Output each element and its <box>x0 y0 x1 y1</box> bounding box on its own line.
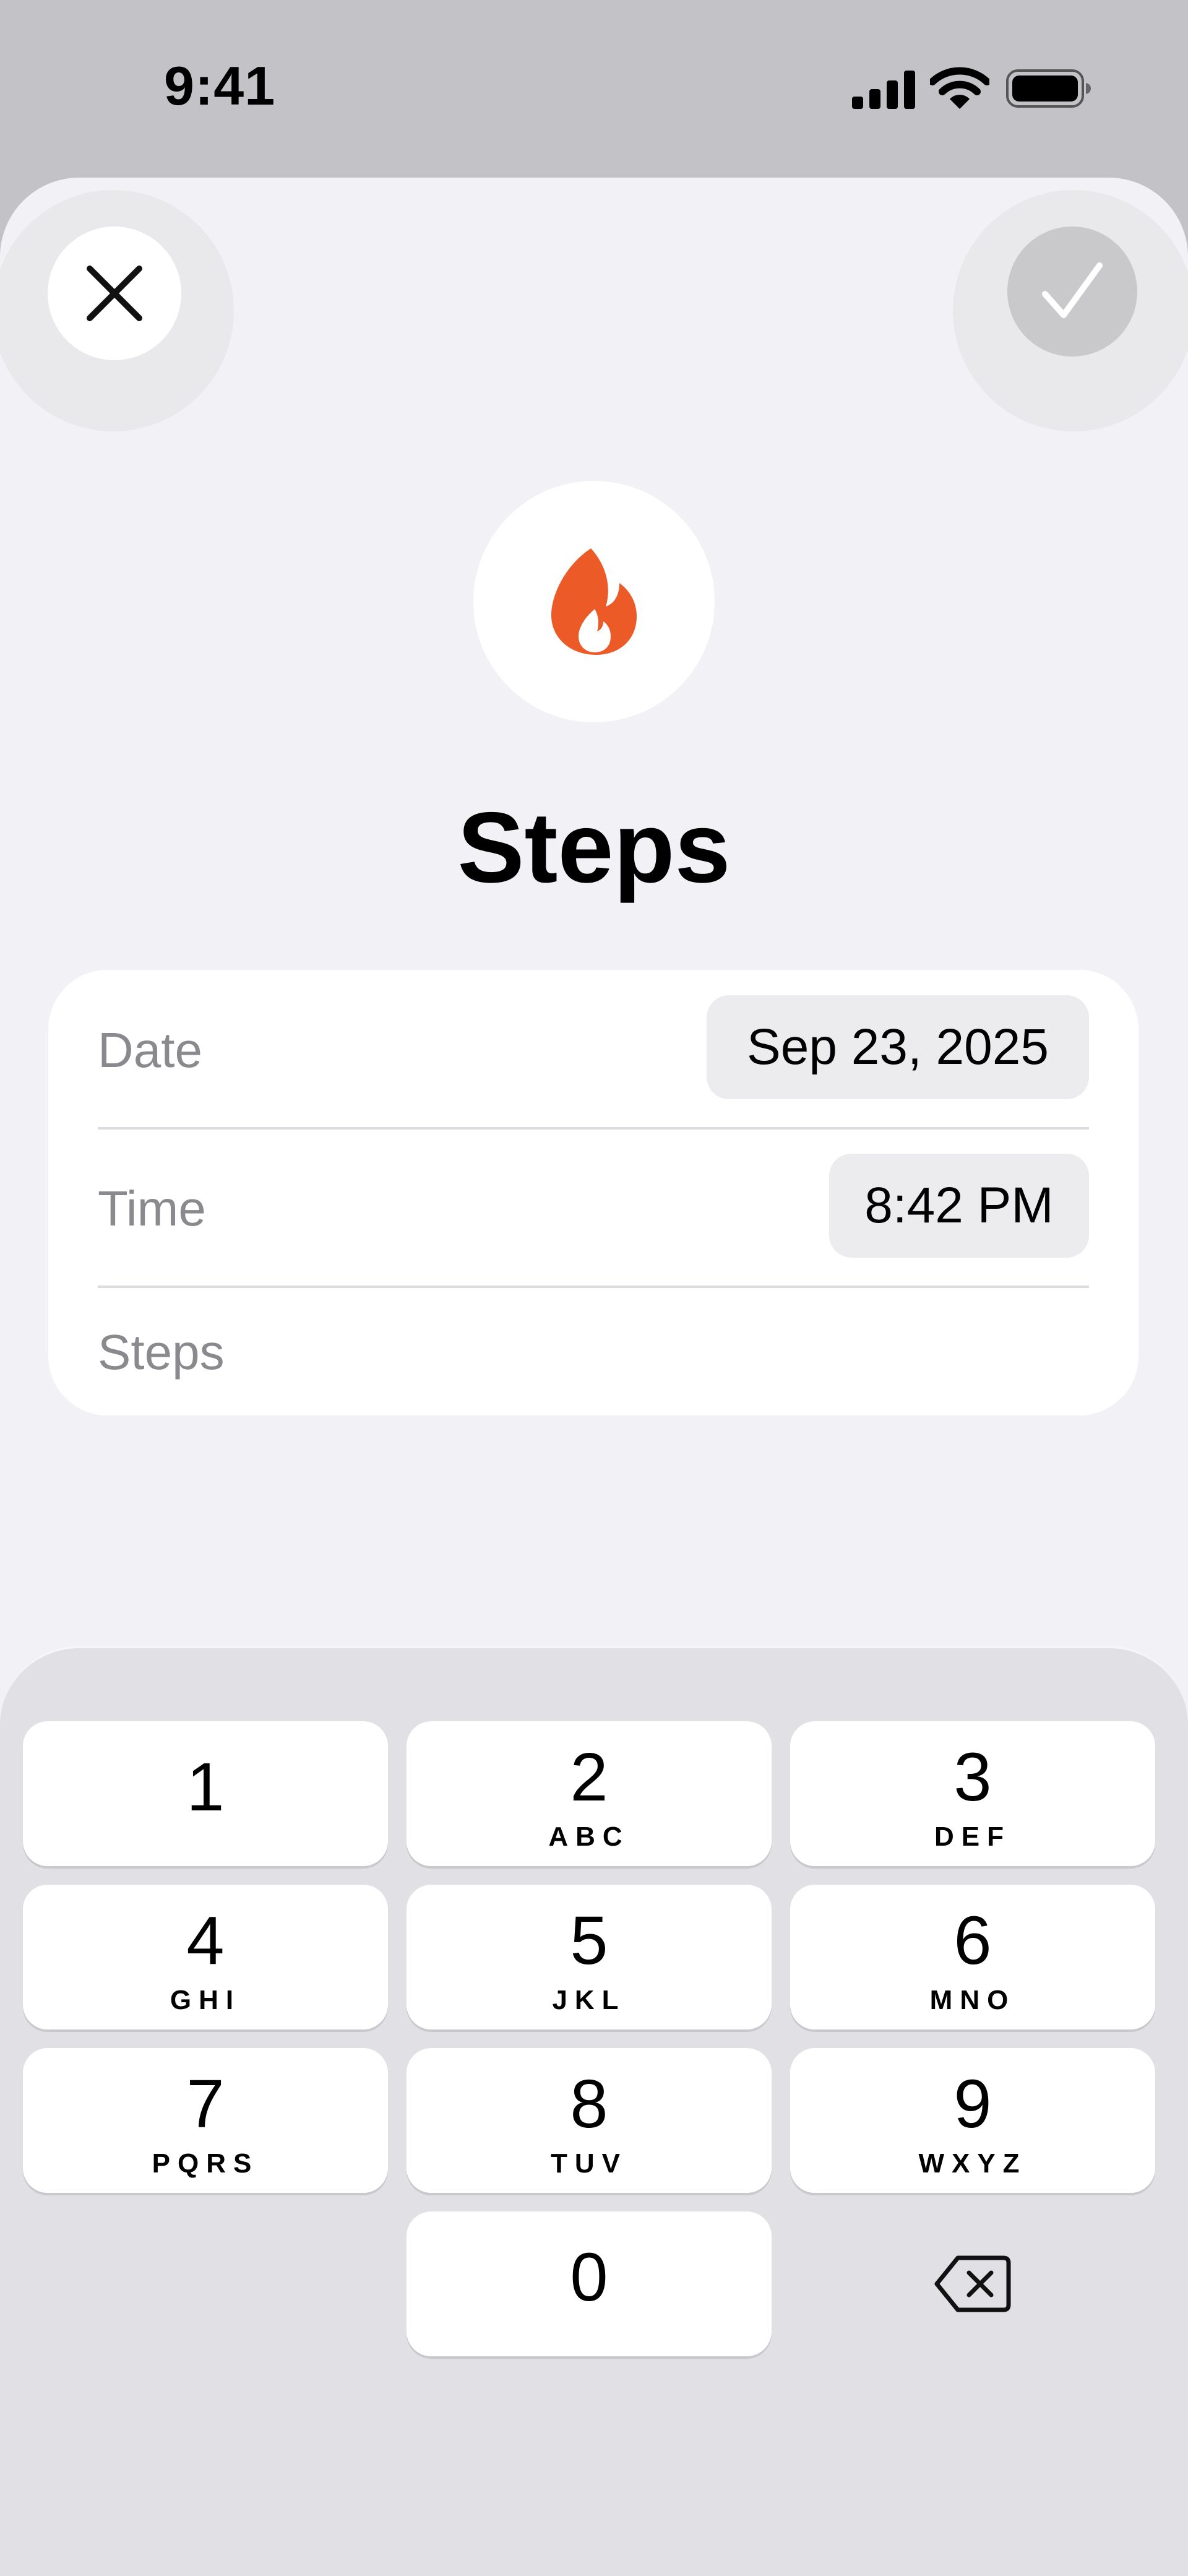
key-6[interactable]: 6 MNO <box>790 1885 1155 2029</box>
key-letters: PQRS <box>152 2148 259 2179</box>
cellular-signal-icon <box>852 71 915 109</box>
close-button[interactable] <box>48 227 181 360</box>
key-digit: 8 <box>570 2066 608 2142</box>
wifi-icon <box>930 67 989 109</box>
key-digit: 9 <box>953 2066 992 2142</box>
page-title: Steps <box>457 792 731 904</box>
key-letters: ABC <box>548 1822 630 1852</box>
steps-input-row[interactable]: Steps <box>98 1287 1089 1416</box>
key-0[interactable]: 0 <box>407 2211 772 2356</box>
key-9[interactable]: 9 WXYZ <box>790 2048 1155 2193</box>
key-digit: 4 <box>186 1903 225 1979</box>
category-icon-badge <box>473 481 715 722</box>
key-8[interactable]: 8 TUV <box>407 2048 772 2193</box>
steps-input-placeholder[interactable]: Steps <box>98 1324 225 1381</box>
key-digit: 1 <box>186 1749 225 1825</box>
health-add-data-screen: 9:41 Steps Date Sep 23, 2025 Time 8:42 P… <box>0 0 1188 2576</box>
key-letters: TUV <box>551 2148 627 2179</box>
date-picker-button[interactable]: Sep 23, 2025 <box>707 995 1089 1099</box>
status-time: 9:41 <box>164 55 276 116</box>
key-4[interactable]: 4 GHI <box>23 1885 388 2029</box>
key-digit: 7 <box>186 2066 225 2142</box>
key-3[interactable]: 3 DEF <box>790 1721 1155 1866</box>
backspace-button[interactable] <box>790 2211 1155 2356</box>
key-1[interactable]: 1 <box>23 1721 388 1866</box>
key-letters: DEF <box>934 1822 1011 1852</box>
key-digit: 2 <box>570 1739 608 1815</box>
time-label: Time <box>98 1181 206 1236</box>
date-row: Date Sep 23, 2025 <box>98 970 1089 1128</box>
key-5[interactable]: 5 JKL <box>407 1885 772 2029</box>
key-digit: 5 <box>570 1903 608 1979</box>
status-bar: 9:41 <box>0 0 1188 178</box>
key-letters: GHI <box>170 1985 241 2015</box>
key-7[interactable]: 7 PQRS <box>23 2048 388 2193</box>
key-letters: MNO <box>929 1985 1016 2015</box>
time-row: Time 8:42 PM <box>98 1128 1089 1287</box>
entry-form-card: Date Sep 23, 2025 Time 8:42 PM Steps <box>48 970 1138 1416</box>
key-digit: 6 <box>953 1903 992 1979</box>
key-letters: JKL <box>552 1985 626 2015</box>
backspace-icon <box>934 2255 1011 2312</box>
numeric-keypad: 1 2 ABC 3 DEF 4 GHI 5 JKL 6 MNO 7 PQRS 8… <box>0 1646 1188 2576</box>
battery-icon <box>1006 69 1091 108</box>
flame-icon <box>551 548 637 655</box>
key-digit: 3 <box>953 1739 992 1815</box>
checkmark-icon <box>1042 262 1103 318</box>
confirm-button[interactable] <box>1007 227 1137 357</box>
key-digit: 0 <box>570 2239 608 2315</box>
time-picker-button[interactable]: 8:42 PM <box>829 1154 1089 1258</box>
form-divider <box>98 1286 1089 1288</box>
key-letters: WXYZ <box>918 2148 1027 2179</box>
key-2[interactable]: 2 ABC <box>407 1721 772 1866</box>
form-divider <box>98 1127 1089 1130</box>
close-icon <box>87 266 142 321</box>
date-label: Date <box>98 1022 202 1078</box>
